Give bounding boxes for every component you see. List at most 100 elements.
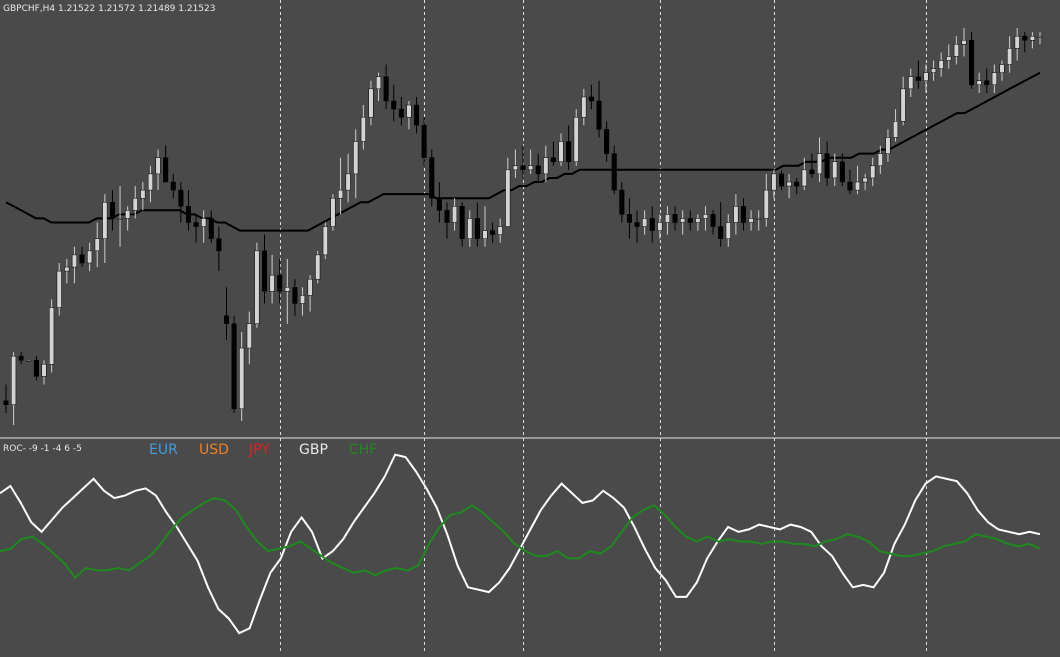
candle-body: [870, 165, 876, 179]
candle-body: [520, 165, 526, 171]
candle-body: [778, 173, 785, 187]
candle-body: [391, 100, 397, 110]
candle-body: [1022, 35, 1028, 41]
candle-body: [801, 169, 807, 187]
candle-body: [353, 141, 359, 175]
candle-body: [1037, 35, 1043, 38]
candle-body: [94, 238, 100, 252]
candle-body: [490, 230, 496, 235]
candle-body: [125, 210, 131, 219]
candle-body: [969, 40, 975, 86]
candle-body: [299, 295, 306, 304]
candle-body: [383, 76, 389, 102]
candle-body: [337, 189, 344, 199]
candle-body: [71, 254, 77, 268]
candle-body: [322, 226, 328, 256]
chart-canvas[interactable]: [0, 0, 1060, 653]
candle-body: [596, 100, 602, 130]
candle-body: [140, 189, 146, 199]
candle-body: [847, 181, 853, 191]
candle-body: [368, 88, 374, 118]
candle-body: [452, 206, 458, 223]
candle-body: [794, 181, 800, 187]
legend-usd: USD: [199, 442, 229, 458]
candle-body: [1014, 35, 1020, 49]
candle-body: [33, 359, 39, 377]
candle-body: [642, 218, 648, 227]
legend-gbp: GBP: [299, 442, 328, 458]
candle-body: [246, 323, 252, 349]
candle-body: [102, 202, 108, 239]
candle-body: [360, 116, 366, 142]
candle-body: [900, 88, 906, 122]
candle-body: [702, 214, 709, 219]
candle-body: [41, 364, 47, 377]
candle-body: [254, 250, 260, 325]
candle-body: [786, 181, 792, 187]
trading-chart-window[interactable]: [0, 0, 1060, 653]
candle-body: [984, 80, 990, 86]
candle-body: [497, 226, 503, 235]
candle-body: [406, 104, 412, 118]
candle-body: [147, 173, 153, 191]
candle-body: [740, 206, 747, 223]
candle-body: [535, 165, 541, 175]
candle-body: [26, 359, 32, 362]
candle-body: [512, 165, 518, 171]
candle-body: [588, 96, 594, 102]
candle-body: [444, 210, 450, 223]
candle-body: [885, 137, 891, 154]
candle-body: [79, 254, 85, 264]
candle-body: [771, 173, 777, 191]
candle-body: [18, 355, 24, 361]
candle-body: [931, 68, 937, 73]
candle-body: [550, 157, 556, 162]
candle-body: [505, 169, 511, 227]
candle-body: [839, 161, 845, 183]
candle-body: [953, 44, 959, 57]
candle-body: [961, 40, 967, 45]
candle-body: [748, 218, 754, 223]
candle-body: [49, 307, 55, 365]
candle-body: [261, 250, 268, 292]
candle-body: [923, 72, 929, 82]
candle-body: [292, 287, 298, 304]
candle-body: [611, 153, 617, 191]
candle-body: [718, 226, 724, 239]
legend-jpy: JPY: [249, 442, 270, 458]
candle-body: [376, 76, 382, 90]
candle-body: [277, 274, 283, 292]
candle-body: [626, 214, 632, 223]
candle-body: [725, 222, 731, 239]
candle-body: [893, 121, 899, 138]
candle-body: [915, 76, 921, 81]
candle-body: [231, 323, 237, 410]
candle-body: [649, 218, 655, 231]
candle-body: [1029, 35, 1035, 41]
candle-body: [185, 206, 192, 223]
candle-body: [824, 153, 830, 179]
candle-body: [680, 218, 686, 223]
candle-body: [733, 206, 739, 223]
candle-body: [832, 161, 838, 179]
candle-body: [132, 197, 138, 211]
candle-body: [216, 238, 222, 252]
candle-body: [163, 157, 169, 183]
candle-body: [543, 157, 549, 175]
roc-line-chf: [0, 497, 1041, 580]
candle-body: [307, 278, 313, 296]
symbol-ohlc-readout: GBPCHF,H4 1.21522 1.21572 1.21489 1.2152…: [3, 4, 216, 14]
candle-body: [429, 157, 435, 199]
legend-chf: CHF: [349, 442, 378, 458]
candle-body: [3, 400, 9, 406]
candle-body: [862, 177, 868, 183]
candle-body: [558, 141, 564, 162]
candle-body: [315, 254, 321, 280]
candle-body: [991, 72, 997, 86]
roc-line-gbp: [0, 453, 1041, 635]
candle-body: [414, 104, 420, 126]
candle-body: [756, 218, 762, 220]
candle-body: [345, 173, 351, 191]
candle-body: [398, 108, 404, 118]
candle-body: [155, 157, 161, 175]
